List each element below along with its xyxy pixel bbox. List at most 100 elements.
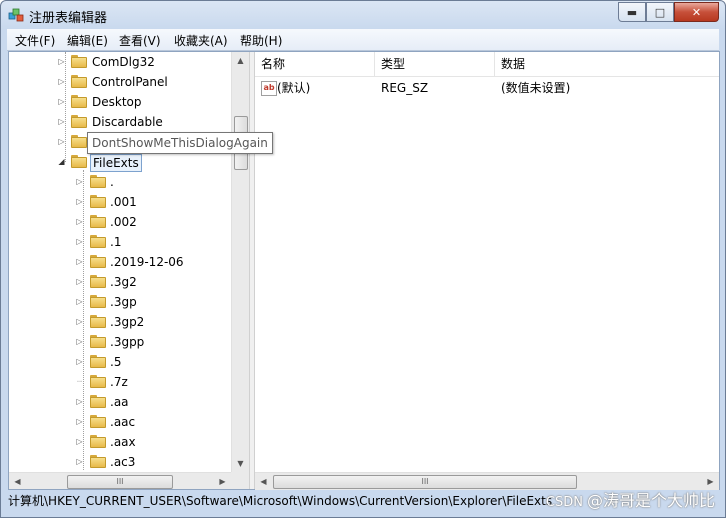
tree-item-label: Desktop bbox=[92, 95, 142, 109]
folder-icon bbox=[90, 455, 106, 468]
tree-item-fileext[interactable]: ▷ .aax bbox=[9, 432, 231, 452]
values-list: 名称 类型 数据 ab (默认) REG_SZ (数值未设置) ◀ III ▶ bbox=[255, 52, 719, 490]
expand-arrow-icon[interactable]: ▷ bbox=[57, 72, 66, 92]
main-content: ▷ ComDlg32 ▷ ControlPanel ▷ Desktop ▷ Di… bbox=[8, 51, 720, 490]
string-value-icon: ab bbox=[261, 81, 277, 96]
column-header-data[interactable]: 数据 bbox=[495, 52, 719, 76]
menu-help[interactable]: 帮助(H) bbox=[240, 32, 282, 49]
folder-icon bbox=[71, 155, 87, 168]
folder-icon bbox=[71, 75, 87, 88]
tree-item-label: .3gp2 bbox=[110, 315, 145, 329]
folder-icon bbox=[90, 195, 106, 208]
value-row[interactable]: ab (默认) REG_SZ (数值未设置) bbox=[255, 78, 719, 98]
tree-item-label: .3gp bbox=[110, 295, 137, 309]
watermark-text: @涛哥是个大帅比 bbox=[586, 491, 715, 510]
expand-arrow-icon[interactable]: ▷ bbox=[75, 312, 84, 332]
expand-arrow-icon[interactable]: ▷ bbox=[75, 212, 84, 232]
expand-arrow-icon[interactable]: ▷ bbox=[75, 352, 84, 372]
tree-item-controlpanel[interactable]: ▷ ControlPanel bbox=[9, 72, 231, 92]
expand-arrow-icon[interactable]: ▷ bbox=[57, 112, 66, 132]
tree-item-discardable[interactable]: ▷ Discardable bbox=[9, 112, 231, 132]
tree-item-label: .5 bbox=[110, 355, 122, 369]
tree-item-fileext[interactable]: ▷ .002 bbox=[9, 212, 231, 232]
expand-arrow-icon[interactable]: ▷ bbox=[57, 92, 66, 112]
folder-icon bbox=[90, 175, 106, 188]
folder-icon bbox=[71, 55, 87, 68]
tree-item-comdlg32[interactable]: ▷ ComDlg32 bbox=[9, 52, 231, 72]
close-icon: ✕ bbox=[691, 5, 702, 19]
tree-item-fileext[interactable]: ▷ .3gpp bbox=[9, 332, 231, 352]
folder-icon bbox=[90, 315, 106, 328]
scroll-up-arrow-icon[interactable]: ▲ bbox=[232, 52, 249, 69]
scroll-left-arrow-icon[interactable]: ◀ bbox=[255, 473, 272, 490]
value-name: (默认) bbox=[277, 81, 311, 95]
expand-arrow-icon[interactable]: ▷ bbox=[75, 192, 84, 212]
scroll-right-arrow-icon[interactable]: ▶ bbox=[214, 473, 231, 489]
tree-item-fileext[interactable]: ▷ .001 bbox=[9, 192, 231, 212]
title-bar[interactable]: 注册表编辑器 ▬ □ ✕ bbox=[1, 1, 725, 29]
tree-item-fileexts[interactable]: ◢ FileExts bbox=[9, 152, 231, 172]
value-data: (数值未设置) bbox=[501, 81, 571, 95]
collapse-arrow-icon[interactable]: ◢ bbox=[57, 152, 66, 172]
folder-icon bbox=[90, 255, 106, 268]
column-header-name[interactable]: 名称 bbox=[255, 52, 375, 76]
tree-item-fileext[interactable]: ▷ .1 bbox=[9, 232, 231, 252]
scroll-thumb[interactable]: III bbox=[67, 475, 173, 489]
tree-item-fileext[interactable]: ▷ .aac bbox=[9, 412, 231, 432]
folder-icon bbox=[90, 235, 106, 248]
tree-connector-icon: ┈ bbox=[77, 377, 82, 386]
minimize-button[interactable]: ▬ bbox=[618, 2, 646, 22]
tree-item-label-selected: FileExts bbox=[90, 154, 142, 172]
folder-icon bbox=[90, 335, 106, 348]
scroll-grip-icon: III bbox=[421, 477, 429, 486]
tree-item-fileext[interactable]: ▷ .ac3 bbox=[9, 452, 231, 472]
menu-favorites[interactable]: 收藏夹(A) bbox=[174, 32, 228, 49]
tree-item-label: . bbox=[110, 175, 114, 189]
tree-item-label: ControlPanel bbox=[92, 75, 168, 89]
expand-arrow-icon[interactable]: ▷ bbox=[75, 272, 84, 292]
tree-item-fileext[interactable]: ▷ .3gp bbox=[9, 292, 231, 312]
expand-arrow-icon[interactable]: ▷ bbox=[75, 292, 84, 312]
folder-icon bbox=[71, 115, 87, 128]
watermark: CSDN @涛哥是个大帅比 bbox=[546, 487, 715, 511]
tree-item-desktop[interactable]: ▷ Desktop bbox=[9, 92, 231, 112]
tree-item-fileext[interactable]: ▷ .3g2 bbox=[9, 272, 231, 292]
menu-view[interactable]: 查看(V) bbox=[119, 32, 161, 49]
scroll-thumb[interactable]: III bbox=[273, 475, 577, 489]
maximize-icon: □ bbox=[654, 5, 666, 19]
tree-horizontal-scrollbar[interactable]: ◀ III ▶ bbox=[9, 472, 231, 489]
scroll-left-arrow-icon[interactable]: ◀ bbox=[9, 473, 26, 489]
tree-item-fileext[interactable]: ▷ .5 bbox=[9, 352, 231, 372]
tree-item-fileext[interactable]: ▷ .aa bbox=[9, 392, 231, 412]
tree-item-label: .aa bbox=[110, 395, 129, 409]
expand-arrow-icon[interactable]: ▷ bbox=[75, 412, 84, 432]
folder-icon bbox=[90, 435, 106, 448]
watermark-prefix: CSDN bbox=[545, 495, 583, 510]
regedit-window: 注册表编辑器 ▬ □ ✕ 文件(F) 编辑(E) 查看(V) 收藏夹(A) 帮助… bbox=[0, 0, 726, 518]
tree-item-fileext[interactable]: ┈ .7z bbox=[9, 372, 231, 392]
expand-arrow-icon[interactable]: ▷ bbox=[75, 392, 84, 412]
maximize-button[interactable]: □ bbox=[646, 2, 674, 22]
expand-arrow-icon[interactable]: ▷ bbox=[57, 132, 66, 152]
tree-item-label: .3g2 bbox=[110, 275, 137, 289]
scroll-down-arrow-icon[interactable]: ▼ bbox=[232, 455, 249, 472]
tree-item-label: .aax bbox=[110, 435, 136, 449]
expand-arrow-icon[interactable]: ▷ bbox=[75, 232, 84, 252]
expand-arrow-icon[interactable]: ▷ bbox=[75, 252, 84, 272]
expand-arrow-icon[interactable]: ▷ bbox=[75, 172, 84, 192]
menu-edit[interactable]: 编辑(E) bbox=[67, 32, 108, 49]
tree-vertical-scrollbar[interactable]: ▲ ▼ bbox=[231, 52, 249, 472]
expand-arrow-icon[interactable]: ▷ bbox=[75, 432, 84, 452]
close-button[interactable]: ✕ bbox=[674, 2, 719, 22]
expand-arrow-icon[interactable]: ▷ bbox=[75, 452, 84, 472]
expand-arrow-icon[interactable]: ▷ bbox=[57, 52, 66, 72]
tree-item-fileext[interactable]: ▷. bbox=[9, 172, 231, 192]
folder-icon bbox=[90, 415, 106, 428]
column-header-type[interactable]: 类型 bbox=[375, 52, 495, 76]
menu-file[interactable]: 文件(F) bbox=[15, 32, 55, 49]
tree-item-fileext[interactable]: ▷ .2019-12-06 bbox=[9, 252, 231, 272]
folder-icon bbox=[71, 135, 87, 148]
window-title: 注册表编辑器 bbox=[29, 11, 108, 26]
expand-arrow-icon[interactable]: ▷ bbox=[75, 332, 84, 352]
tree-item-fileext[interactable]: ▷ .3gp2 bbox=[9, 312, 231, 332]
